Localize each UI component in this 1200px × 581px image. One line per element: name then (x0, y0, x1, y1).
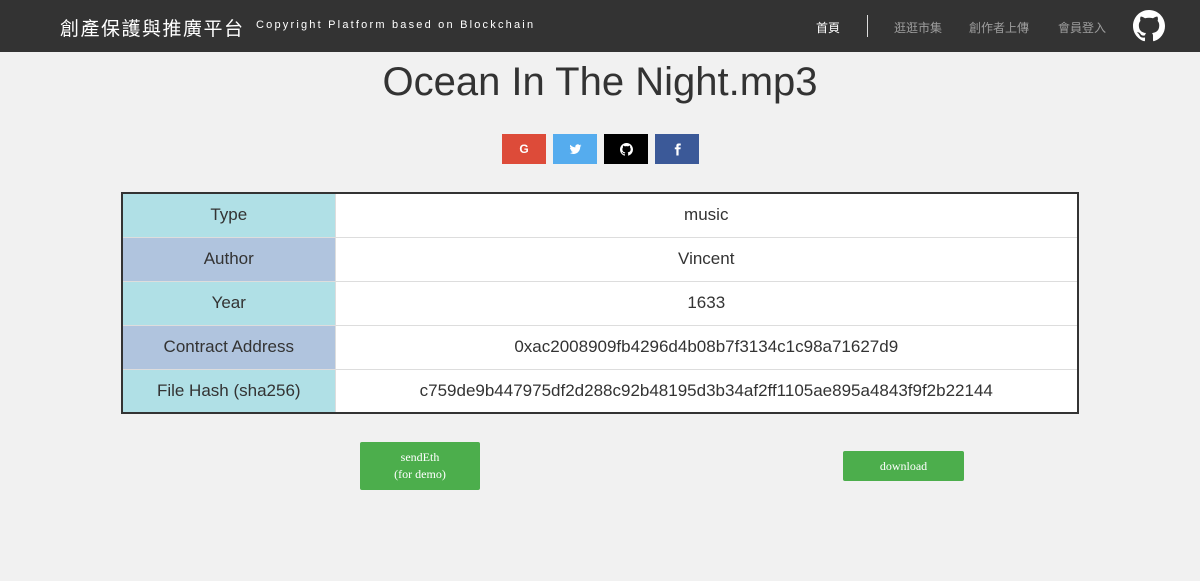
row-key: Year (122, 280, 336, 325)
share-github-button[interactable] (604, 134, 648, 164)
twitter-icon (569, 143, 581, 154)
brand-title[interactable]: 創產保護與推廣平台 (60, 14, 245, 41)
brand-tagline: Copyright Platform based on Blockchain (256, 19, 536, 31)
google-icon: G (519, 142, 529, 156)
row-key: Contract Address (122, 324, 336, 369)
share-facebook-button[interactable] (655, 134, 699, 164)
navbar: 創產保護與推廣平台 Copyright Platform based on Bl… (0, 0, 1200, 52)
row-value: music (684, 205, 729, 225)
share-google-button[interactable]: G (502, 134, 546, 164)
row-key: File Hash (sha256) (122, 368, 336, 413)
details-table: Type music Author Vincent Year 1633 Cont… (121, 192, 1079, 414)
row-key: Author (122, 236, 336, 281)
share-twitter-button[interactable] (553, 134, 597, 164)
table-row: Author Vincent (122, 236, 1078, 281)
page-title: Ocean In The Night.mp3 (382, 60, 818, 104)
send-eth-label: sendEth (400, 450, 440, 464)
nav-home[interactable]: 首頁 (816, 19, 840, 36)
nav-market[interactable]: 逛逛市集 (894, 19, 942, 36)
download-button[interactable]: download (843, 451, 964, 481)
nav-login[interactable]: 會員登入 (1058, 19, 1106, 36)
table-row: Type music (122, 193, 1078, 237)
nav-divider (867, 15, 868, 37)
github-icon (619, 142, 633, 156)
facebook-icon (674, 143, 681, 155)
send-eth-sublabel: (for demo) (394, 467, 446, 481)
table-row: File Hash (sha256) c759de9b447975df2d288… (122, 368, 1078, 413)
send-eth-button[interactable]: sendEth (for demo) (360, 442, 480, 490)
row-key: Type (122, 193, 336, 237)
table-row: Year 1633 (122, 280, 1078, 325)
row-value: 0xac2008909fb4296d4b08b7f3134c1c98a71627… (335, 324, 1078, 369)
github-icon[interactable] (1133, 10, 1165, 42)
row-value: 1633 (335, 280, 1078, 325)
row-value: Vincent (335, 236, 1078, 281)
nav-upload[interactable]: 創作者上傳 (969, 19, 1029, 36)
download-label: download (879, 458, 928, 473)
row-value: c759de9b447975df2d288c92b48195d3b34af2ff… (335, 368, 1078, 413)
table-row: Contract Address 0xac2008909fb4296d4b08b… (122, 324, 1078, 369)
